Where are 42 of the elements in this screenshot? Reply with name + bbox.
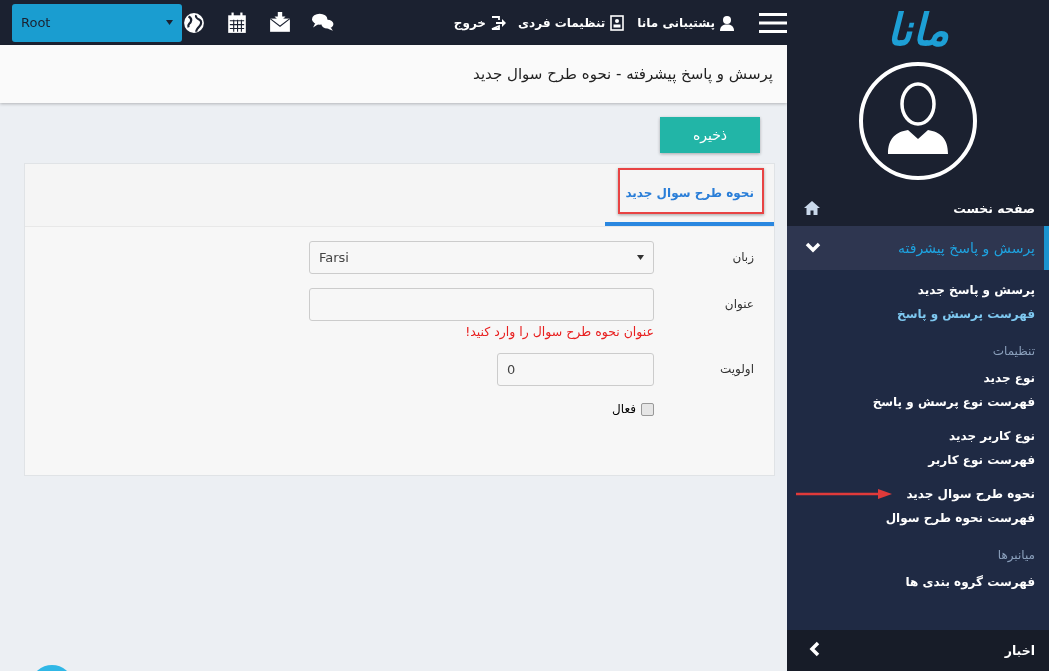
checkbox-label: فعال <box>612 402 636 416</box>
top-link[interactable]: تنظیمات فردی <box>518 14 626 31</box>
submenu-item[interactable]: فهرست گروه بندی ها <box>905 575 1035 589</box>
field-label: زبان <box>731 249 755 264</box>
input-field[interactable]: 0 <box>497 353 654 386</box>
caret-icon <box>166 20 173 25</box>
top-link[interactable]: خروج <box>453 14 507 31</box>
submenu-item[interactable]: نحوه طرح سوال جدید <box>906 487 1035 501</box>
user-icon <box>719 14 735 31</box>
globe-icon[interactable] <box>182 11 205 34</box>
menu-icon[interactable] <box>759 11 787 34</box>
submenu-item[interactable]: فهرست نوع پرسش و پاسخ <box>872 395 1035 409</box>
page-title: پرسش و پاسخ پیشرفته - نحوه طرح سوال جدید <box>473 65 773 83</box>
field-label: اولویت <box>718 361 755 376</box>
root-select[interactable]: Root <box>12 3 182 42</box>
profile-icon <box>609 14 626 31</box>
top-link[interactable]: پشتیبانی مانا <box>637 14 735 31</box>
submenu-item[interactable]: نوع کاربر جدید <box>949 429 1035 443</box>
submenu-item[interactable]: فهرست پرسش و پاسخ <box>897 307 1035 321</box>
submenu-item[interactable]: پرسش و پاسخ جدید <box>917 283 1035 297</box>
input-field[interactable] <box>309 288 654 321</box>
logo: مانا <box>885 3 951 57</box>
tab[interactable]: نحوه طرح سوال جدید <box>605 164 774 226</box>
language-select[interactable]: Farsi <box>309 241 654 274</box>
menu-section[interactable]: پرسش و پاسخ پیشرفته <box>787 226 1049 270</box>
home-menu-item[interactable]: صفحه نخست <box>787 180 1049 226</box>
error-message: عنوان نحوه طرح سوال را وارد کنید! <box>464 324 654 339</box>
submenu-item[interactable]: فهرست نحوه طرح سوال <box>885 511 1035 525</box>
avatar-icon <box>859 62 977 180</box>
calendar-icon[interactable] <box>225 11 248 34</box>
caret-icon <box>637 255 644 260</box>
mail-icon[interactable] <box>268 11 291 34</box>
exit-icon <box>490 14 507 31</box>
news-menu-item[interactable]: اخبار <box>787 630 1049 671</box>
chat-icon[interactable] <box>311 11 334 34</box>
checkbox[interactable] <box>641 402 654 416</box>
menu-heading: میانبرها <box>996 548 1035 564</box>
field-label: عنوان <box>723 296 755 311</box>
submenu-item[interactable]: فهرست نوع کاربر <box>928 453 1035 467</box>
submenu-item[interactable]: نوع جدید <box>983 371 1035 385</box>
menu-heading: تنظیمات <box>991 344 1035 360</box>
home-icon <box>803 200 821 216</box>
